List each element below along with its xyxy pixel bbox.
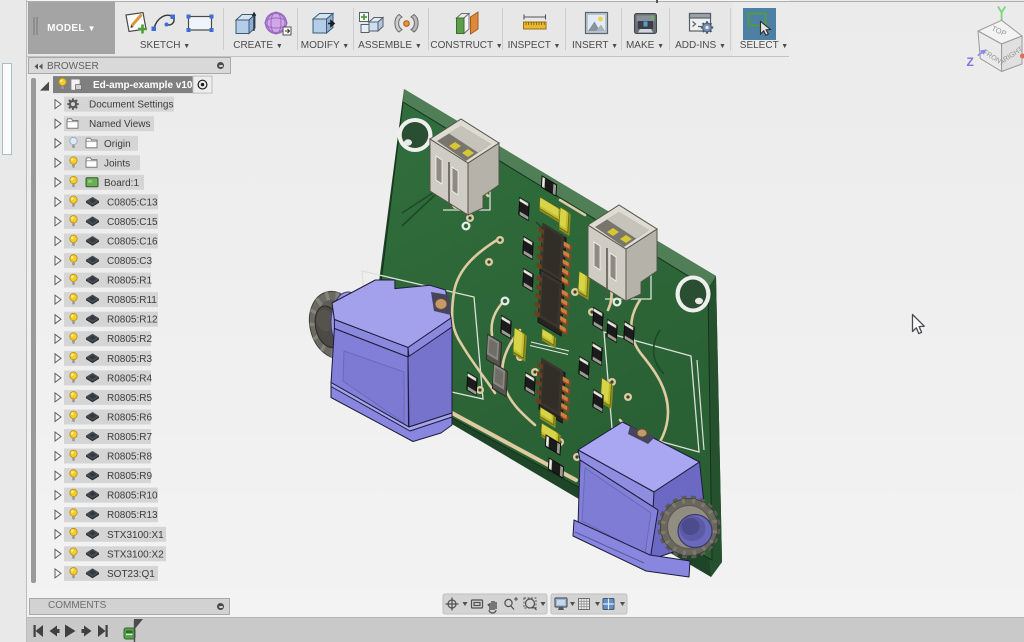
svg-text:R0805:R9: R0805:R9 <box>107 471 152 482</box>
svg-text:Joints: Joints <box>104 158 130 169</box>
svg-text:Ed-amp-example v10: Ed-amp-example v10 <box>93 80 193 91</box>
svg-text:R0805:R3: R0805:R3 <box>107 354 152 365</box>
svg-text:C0805:C3: C0805:C3 <box>107 256 152 267</box>
svg-text:SOT23:Q1: SOT23:Q1 <box>107 569 155 580</box>
svg-text:R0805:R10: R0805:R10 <box>107 491 158 502</box>
svg-text:R0805:R7: R0805:R7 <box>107 432 152 443</box>
svg-text:R0805:R1: R0805:R1 <box>107 276 152 287</box>
svg-text:C0805:C13: C0805:C13 <box>107 197 158 208</box>
svg-text:R0805:R12: R0805:R12 <box>107 315 158 326</box>
svg-text:R0805:R5: R0805:R5 <box>107 393 152 404</box>
svg-text:Named Views: Named Views <box>89 119 151 130</box>
svg-text:C0805:C16: C0805:C16 <box>107 237 158 248</box>
svg-text:STX3100:X2: STX3100:X2 <box>107 549 164 560</box>
svg-text:R0805:R13: R0805:R13 <box>107 510 158 521</box>
svg-text:R0805:R8: R0805:R8 <box>107 452 152 463</box>
svg-text:Document Settings: Document Settings <box>89 100 174 111</box>
svg-text:R0805:R2: R0805:R2 <box>107 334 152 345</box>
svg-text:Board:1: Board:1 <box>104 178 139 189</box>
svg-text:Origin: Origin <box>104 139 131 150</box>
svg-text:R0805:R11: R0805:R11 <box>107 295 157 306</box>
svg-text:R0805:R6: R0805:R6 <box>107 413 152 424</box>
svg-text:Z: Z <box>967 55 974 69</box>
svg-text:R0805:R4: R0805:R4 <box>107 373 152 384</box>
svg-text:C0805:C15: C0805:C15 <box>107 217 158 228</box>
svg-text:STX3100:X1: STX3100:X1 <box>107 530 164 541</box>
